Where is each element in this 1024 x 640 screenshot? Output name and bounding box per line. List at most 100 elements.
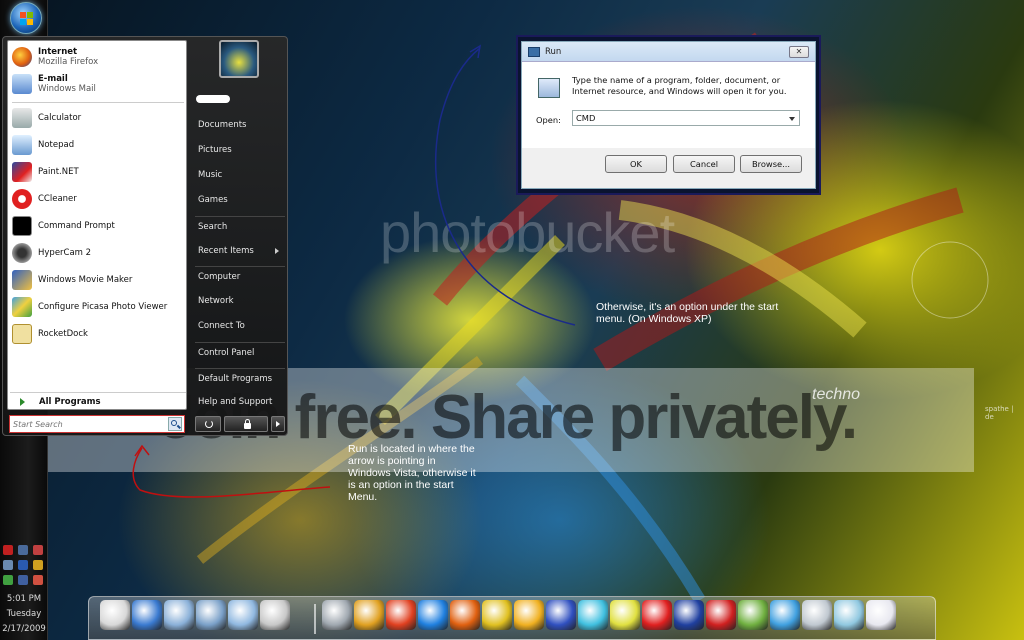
recent-item-command-prompt[interactable]: Command Prompt	[12, 214, 184, 238]
winamp-icon[interactable]	[514, 600, 544, 630]
places-item-label: Recent Items	[198, 246, 254, 256]
places-item-computer[interactable]: Computer	[195, 266, 285, 286]
tray-stop-icon[interactable]	[3, 545, 13, 555]
power-button[interactable]	[195, 416, 221, 432]
places-item-label: Search	[198, 221, 228, 232]
firefox-icon[interactable]	[450, 600, 480, 630]
pick-hammer-icon[interactable]	[354, 600, 384, 630]
pinned-item-internet[interactable]: Internet Mozilla Firefox	[12, 45, 184, 69]
photobucket-watermark-logo: photobucket	[380, 201, 675, 264]
counter-icon[interactable]	[610, 600, 640, 630]
tray-volume-icon[interactable]	[32, 575, 43, 585]
lock-button[interactable]	[224, 416, 268, 432]
places-item-label: Computer	[198, 271, 241, 282]
all-programs-button[interactable]: All Programs	[10, 392, 186, 410]
mail-icon[interactable]	[866, 600, 896, 630]
close-button[interactable]: ✕	[789, 46, 809, 58]
places-item-search[interactable]: Search	[195, 216, 285, 236]
notes-icon[interactable]	[834, 600, 864, 630]
tray-network-icon[interactable]	[3, 560, 13, 570]
clock[interactable]: 5:01 PM Tuesday 2/17/2009	[0, 592, 48, 637]
tray-warning-icon[interactable]	[32, 560, 43, 570]
places-item-network[interactable]: Network	[195, 291, 285, 311]
places-item-games[interactable]: Games	[195, 190, 285, 210]
acrobat-icon[interactable]	[706, 600, 736, 630]
wallpaper-signature: spathe | de	[985, 405, 1014, 421]
open-combobox[interactable]: CMD	[572, 110, 800, 126]
tray-alert-icon[interactable]	[32, 545, 43, 555]
ccleaner-icon	[12, 189, 32, 209]
recent-item-label: Command Prompt	[38, 221, 115, 231]
search-icon[interactable]	[168, 417, 182, 431]
recent-item-movie-maker[interactable]: Windows Movie Maker	[12, 268, 184, 292]
chevron-down-icon[interactable]	[789, 117, 795, 121]
places-item-documents[interactable]: Documents	[195, 115, 285, 135]
folder-pictures-icon[interactable]	[228, 600, 258, 630]
places-item-label: Connect To	[198, 321, 245, 331]
recent-item-calculator[interactable]: Calculator	[12, 106, 184, 130]
places-item-default-programs[interactable]: Default Programs	[195, 368, 285, 388]
recent-item-label: Notepad	[38, 140, 75, 150]
open-combobox-value: CMD	[576, 113, 596, 123]
places-item-connect-to[interactable]: Connect To	[195, 316, 285, 336]
recent-item-rocketdock[interactable]: RocketDock	[12, 322, 184, 346]
places-item-pictures[interactable]: Pictures	[195, 140, 285, 160]
start-search-box[interactable]	[9, 415, 185, 433]
pinned-item-subtitle: Mozilla Firefox	[38, 57, 99, 67]
places-item-recent-items[interactable]: Recent Items	[195, 241, 285, 261]
paint-icon[interactable]	[546, 600, 576, 630]
calculator-icon[interactable]	[802, 600, 832, 630]
browse-button[interactable]: Browse...	[740, 155, 802, 173]
places-item-control-panel[interactable]: Control Panel	[195, 342, 285, 362]
calculator-icon	[12, 108, 32, 128]
shutdown-options-button[interactable]	[271, 416, 285, 432]
folder-open-icon[interactable]	[196, 600, 226, 630]
computer-icon[interactable]	[100, 600, 130, 630]
star-burst-icon[interactable]	[578, 600, 608, 630]
places-item-label: Help and Support	[198, 397, 273, 407]
recent-item-notepad[interactable]: Notepad	[12, 133, 184, 157]
cancel-button[interactable]: Cancel	[673, 155, 735, 173]
tray-battery-icon[interactable]	[3, 575, 13, 585]
recent-item-hypercam[interactable]: HyperCam 2	[12, 241, 184, 265]
places-item-label: Control Panel	[198, 347, 255, 358]
nti-icon[interactable]	[674, 600, 704, 630]
annotation-xp-note: Otherwise, it's an option under the star…	[596, 301, 779, 325]
recycle-bin-icon[interactable]	[322, 600, 352, 630]
ok-button[interactable]: OK	[605, 155, 667, 173]
ccleaner-icon[interactable]	[386, 600, 416, 630]
tray-display-icon[interactable]	[17, 575, 28, 585]
recent-item-picasa[interactable]: Configure Picasa Photo Viewer	[12, 295, 184, 319]
pinned-item-title: E-mail	[38, 74, 68, 84]
places-item-help-and-support[interactable]: Help and Support	[195, 392, 285, 412]
pinned-item-title: Internet	[38, 47, 78, 57]
windows-flag-icon	[20, 12, 34, 26]
run-dialog: Run ✕ Type the name of a program, folder…	[521, 41, 816, 189]
chevron-right-icon	[275, 248, 279, 254]
recent-item-ccleaner[interactable]: CCleaner	[12, 187, 184, 211]
places-item-music[interactable]: Music	[195, 165, 285, 185]
start-search-input[interactable]	[10, 419, 168, 429]
user-name-label	[196, 95, 230, 103]
pinned-item-email[interactable]: E-mail Windows Mail	[12, 72, 184, 96]
start-orb-button[interactable]	[10, 2, 42, 34]
open-label: Open:	[536, 115, 561, 125]
tray-monitor-icon[interactable]	[17, 545, 28, 555]
internet-explorer-icon[interactable]	[418, 600, 448, 630]
tools-icon[interactable]	[260, 600, 290, 630]
user-picture[interactable]	[219, 40, 259, 78]
picture-viewer-icon[interactable]	[738, 600, 768, 630]
firefox-icon	[12, 47, 32, 67]
run-dialog-titlebar[interactable]: Run	[522, 42, 815, 62]
chrome-icon[interactable]	[482, 600, 512, 630]
messenger-icon[interactable]	[770, 600, 800, 630]
recent-item-paint-net[interactable]: Paint.NET	[12, 160, 184, 184]
network-globe-icon[interactable]	[132, 600, 162, 630]
recent-item-label: HyperCam 2	[38, 248, 92, 258]
aim-icon[interactable]	[642, 600, 672, 630]
run-icon	[528, 46, 540, 57]
run-dialog-title: Run	[545, 46, 562, 57]
tray-shield-icon[interactable]	[17, 560, 28, 570]
folder-icon[interactable]	[164, 600, 194, 630]
run-program-icon	[538, 78, 560, 98]
